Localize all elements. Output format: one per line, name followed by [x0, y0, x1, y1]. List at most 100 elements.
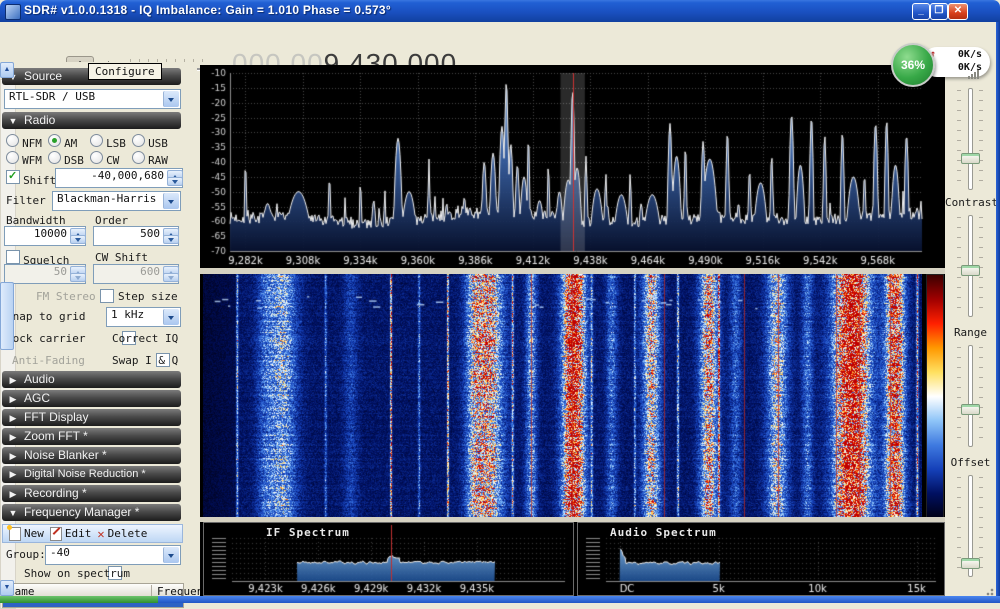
step-size-label: Step size: [118, 290, 178, 303]
anti-fading-label: Anti-Fading: [12, 354, 85, 367]
range-slider[interactable]: [955, 345, 985, 447]
checkbox-icon[interactable]: [6, 250, 20, 264]
mode-nfm[interactable]: NFM: [6, 134, 42, 150]
resize-grip-icon[interactable]: [984, 586, 994, 596]
slider-thumb[interactable]: [961, 265, 980, 276]
minimize-button[interactable]: _: [912, 3, 930, 20]
lock-carrier-label: Lock carrier: [6, 332, 85, 345]
checkbox-checked-icon[interactable]: [6, 170, 20, 184]
dropdown-arrow-icon[interactable]: [163, 547, 179, 563]
buffer-percent: 36%: [901, 58, 925, 72]
window-title: SDR# v1.0.0.1318 - IQ Imbalance: Gain = …: [24, 3, 391, 17]
mode-am[interactable]: AM: [48, 134, 77, 150]
digital-noise-reduction-panel-header[interactable]: ▶Digital Noise Reduction *: [2, 466, 181, 483]
collapse-triangle-icon: ▼: [2, 113, 24, 130]
bandwidth-input[interactable]: 10000: [4, 226, 86, 246]
scroll-down-icon[interactable]: ▼: [0, 580, 14, 596]
if-spectrum-title: IF Spectrum: [266, 526, 350, 539]
audio-spectrum-panel: Audio Spectrum: [577, 522, 945, 596]
group-label: Group:: [6, 548, 46, 561]
spin-down-icon: [167, 177, 183, 187]
new-button[interactable]: New: [9, 527, 44, 541]
spinner[interactable]: [163, 228, 177, 244]
source-device-value: RTL-SDR / USB: [9, 90, 95, 103]
audio-panel-header[interactable]: ▶Audio: [2, 371, 181, 388]
offset-slider[interactable]: [955, 475, 985, 577]
mode-raw[interactable]: RAW: [132, 151, 168, 167]
expand-triangle-icon: ▶: [2, 372, 24, 389]
upload-rate: 0K/s: [958, 49, 982, 60]
spinner[interactable]: [70, 228, 84, 244]
filter-select[interactable]: Blackman-Harris 4: [52, 191, 181, 211]
waterfall-display[interactable]: [203, 274, 922, 517]
control-sidebar: ▼Source RTL-SDR / USB ▼Radio NFM AM LSB …: [0, 62, 197, 596]
edit-button[interactable]: Edit: [50, 527, 92, 541]
title-bar[interactable]: SDR# v1.0.0.1318 - IQ Imbalance: Gain = …: [0, 0, 1000, 22]
show-on-spectrum-label: Show on spectrum: [24, 567, 130, 580]
slider-ticks: [979, 90, 983, 188]
scroll-up-icon[interactable]: ▲: [0, 62, 14, 78]
source-device-select[interactable]: RTL-SDR / USB: [4, 89, 181, 109]
mode-dsb[interactable]: DSB: [48, 151, 84, 167]
display-controls-panel: Contrast Range Offset: [945, 65, 996, 596]
step-size-select[interactable]: 1 kHz: [106, 307, 181, 327]
radio-icon[interactable]: [48, 151, 61, 164]
delete-icon: ✕: [97, 527, 104, 541]
mode-usb[interactable]: USB: [132, 134, 168, 150]
radio-icon[interactable]: [90, 134, 103, 147]
mode-cw[interactable]: CW: [90, 151, 119, 167]
correct-iq-label: Correct IQ: [112, 332, 178, 345]
order-input[interactable]: 500: [93, 226, 179, 246]
dropdown-arrow-icon[interactable]: [163, 193, 179, 209]
radio-icon[interactable]: [90, 151, 103, 164]
expand-triangle-icon: ▶: [2, 410, 24, 427]
radio-icon-selected[interactable]: [48, 134, 61, 147]
slider-ticks: [957, 90, 961, 188]
mode-lsb[interactable]: LSB: [90, 134, 126, 150]
slider-thumb[interactable]: [961, 153, 980, 164]
zoom-slider[interactable]: [955, 88, 985, 190]
radio-icon[interactable]: [132, 134, 145, 147]
shift-value-input[interactable]: -40,000,680: [55, 168, 183, 188]
recording-panel-header[interactable]: ▶Recording *: [2, 485, 181, 502]
signal-bars-icon: [968, 70, 980, 79]
slider-thumb[interactable]: [961, 404, 980, 415]
cw-shift-label: CW Shift: [95, 251, 148, 264]
if-spectrum-display[interactable]: [204, 523, 573, 595]
radio-panel-header[interactable]: ▼Radio: [2, 112, 181, 129]
delete-button[interactable]: ✕Delete: [97, 527, 147, 541]
zoom-fft-panel-header[interactable]: ▶Zoom FFT *: [2, 428, 181, 445]
taskbar-start-sliver[interactable]: [0, 596, 158, 603]
configure-tooltip: Configure: [88, 63, 162, 80]
slider-ticks: [957, 347, 961, 445]
shift-checkbox[interactable]: Shift: [6, 170, 56, 187]
mode-wfm[interactable]: WFM: [6, 151, 42, 167]
scrollbar-thumb[interactable]: [0, 282, 14, 350]
radio-icon[interactable]: [6, 151, 19, 164]
cw-shift-input: 600: [93, 264, 179, 284]
radio-icon[interactable]: [132, 151, 145, 164]
agc-panel-header[interactable]: ▶AGC: [2, 390, 181, 407]
group-select[interactable]: -40: [45, 545, 181, 565]
frequency-manager-panel-header[interactable]: ▼Frequency Manager *: [2, 504, 181, 521]
contrast-slider[interactable]: [955, 215, 985, 317]
slider-track: [968, 345, 973, 447]
spinner[interactable]: [167, 170, 181, 186]
audio-spectrum-title: Audio Spectrum: [610, 526, 717, 539]
close-button[interactable]: ✕: [948, 3, 968, 20]
taskbar-sliver[interactable]: [158, 596, 1000, 603]
slider-thumb[interactable]: [961, 558, 980, 569]
restore-button[interactable]: ❐: [930, 3, 948, 20]
dropdown-arrow-icon[interactable]: [163, 91, 179, 107]
expand-triangle-icon: ▶: [2, 448, 24, 465]
noise-blanker-panel-header[interactable]: ▶Noise Blanker *: [2, 447, 181, 464]
waterfall-palette-bar: [926, 274, 944, 519]
dropdown-arrow-icon[interactable]: [163, 309, 179, 325]
slider-ticks: [979, 347, 983, 445]
display-area: IF Spectrum Audio Spectrum: [200, 65, 945, 596]
radio-icon[interactable]: [6, 134, 19, 147]
expand-triangle-icon: ▶: [2, 466, 24, 483]
fft-display-panel-header[interactable]: ▶FFT Display: [2, 409, 181, 426]
if-spectrum-panel: IF Spectrum: [203, 522, 574, 596]
rf-spectrum-display[interactable]: [200, 65, 945, 268]
